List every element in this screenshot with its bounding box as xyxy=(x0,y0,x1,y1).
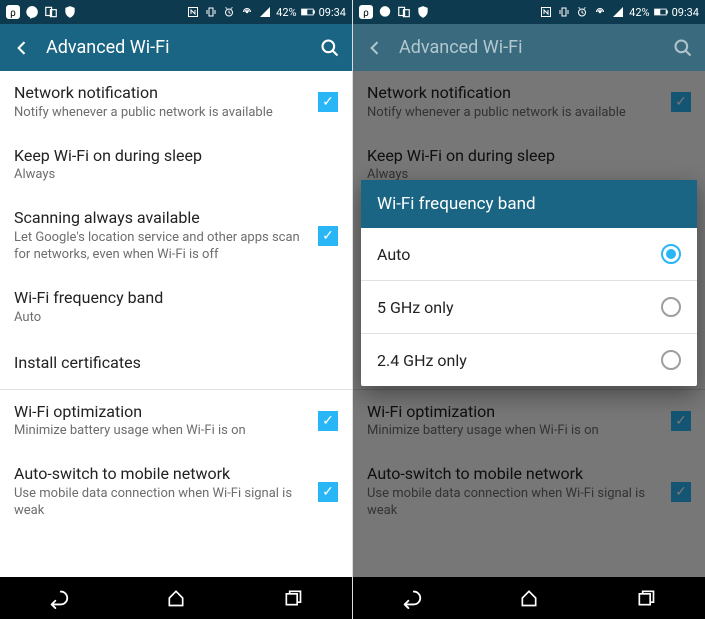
checkbox-checked[interactable]: ✓ xyxy=(318,226,338,246)
setting-subtitle: Let Google's location service and other … xyxy=(14,230,308,264)
settings-list[interactable]: Network notification Notify whenever a p… xyxy=(0,71,352,577)
nav-bar xyxy=(0,577,352,619)
frequency-band-item[interactable]: Wi-Fi frequency band Auto xyxy=(0,276,352,339)
alarm-icon xyxy=(222,5,236,19)
nfc-icon xyxy=(539,5,553,19)
app-icon: ρ xyxy=(359,5,373,19)
setting-title: Network notification xyxy=(14,83,308,104)
setting-subtitle: Notify whenever a public network is avai… xyxy=(14,105,308,122)
hotspot-icon xyxy=(240,5,254,19)
search-button[interactable] xyxy=(318,36,342,60)
dialog-option-5ghz[interactable]: 5 GHz only xyxy=(361,281,697,333)
nav-home-button[interactable] xyxy=(151,583,201,613)
wifi-optimization-item[interactable]: Wi-Fi optimization Minimize battery usag… xyxy=(0,390,352,453)
radio-unselected[interactable] xyxy=(661,350,681,370)
nav-recent-button[interactable] xyxy=(268,583,318,613)
messenger-icon xyxy=(378,5,392,19)
battery-icon xyxy=(654,5,668,19)
svg-text:ρ: ρ xyxy=(363,8,369,19)
clock: 09:34 xyxy=(319,6,346,19)
nav-home-button[interactable] xyxy=(504,583,554,613)
option-label: 5 GHz only xyxy=(377,298,661,317)
screen-title: Advanced Wi-Fi xyxy=(399,37,671,58)
option-label: 2.4 GHz only xyxy=(377,351,661,370)
clock: 09:34 xyxy=(672,6,699,19)
setting-title: Wi-Fi optimization xyxy=(14,402,308,423)
battery-icon xyxy=(301,5,315,19)
nav-recent-button[interactable] xyxy=(621,583,671,613)
svg-text:ρ: ρ xyxy=(10,8,16,19)
signal-icon xyxy=(611,5,625,19)
devices-icon xyxy=(397,5,411,19)
hotspot-icon xyxy=(593,5,607,19)
setting-subtitle: Minimize battery usage when Wi-Fi is on xyxy=(14,423,308,440)
install-certificates-item[interactable]: Install certificates xyxy=(0,339,352,389)
checkbox-checked[interactable]: ✓ xyxy=(318,482,338,502)
back-button[interactable] xyxy=(10,36,34,60)
app-icon: ρ xyxy=(6,5,20,19)
radio-selected[interactable] xyxy=(661,244,681,264)
scanning-item[interactable]: Scanning always available Let Google's l… xyxy=(0,196,352,276)
back-button[interactable] xyxy=(363,36,387,60)
dialog-option-24ghz[interactable]: 2.4 GHz only xyxy=(361,334,697,386)
frequency-band-dialog: Wi-Fi frequency band Auto 5 GHz only 2.4… xyxy=(361,180,697,386)
setting-title: Install certificates xyxy=(14,353,338,374)
messenger-icon xyxy=(25,5,39,19)
screen-right: ρ 42% 09:34 Advanced Wi-Fi Network notif… xyxy=(353,0,705,619)
setting-title: Auto-switch to mobile network xyxy=(14,464,308,485)
battery-percent: 42% xyxy=(629,6,649,19)
vibrate-icon xyxy=(557,5,571,19)
nav-back-button[interactable] xyxy=(387,583,437,613)
app-bar: Advanced Wi-Fi xyxy=(353,24,705,71)
setting-subtitle: Use mobile data connection when Wi-Fi si… xyxy=(14,486,308,520)
signal-icon xyxy=(258,5,272,19)
setting-subtitle: Always xyxy=(14,167,338,184)
nfc-icon xyxy=(186,5,200,19)
status-bar: ρ 42% 09:34 xyxy=(0,0,352,24)
nav-bar xyxy=(353,577,705,619)
setting-title: Wi-Fi frequency band xyxy=(14,288,338,309)
dialog-option-auto[interactable]: Auto xyxy=(361,228,697,280)
devices-icon xyxy=(44,5,58,19)
checkbox-checked[interactable]: ✓ xyxy=(318,92,338,112)
nav-back-button[interactable] xyxy=(34,583,84,613)
option-label: Auto xyxy=(377,245,661,264)
setting-title: Keep Wi-Fi on during sleep xyxy=(14,146,338,167)
keep-wifi-item[interactable]: Keep Wi-Fi on during sleep Always xyxy=(0,134,352,197)
auto-switch-item[interactable]: Auto-switch to mobile network Use mobile… xyxy=(0,452,352,532)
radio-unselected[interactable] xyxy=(661,297,681,317)
search-button[interactable] xyxy=(671,36,695,60)
checkbox-checked[interactable]: ✓ xyxy=(318,411,338,431)
setting-subtitle: Auto xyxy=(14,310,338,327)
battery-percent: 42% xyxy=(276,6,296,19)
shield-icon xyxy=(416,5,430,19)
dialog-title: Wi-Fi frequency band xyxy=(361,180,697,228)
status-bar: ρ 42% 09:34 xyxy=(353,0,705,24)
network-notification-item[interactable]: Network notification Notify whenever a p… xyxy=(0,71,352,134)
screen-title: Advanced Wi-Fi xyxy=(46,37,318,58)
shield-icon xyxy=(63,5,77,19)
alarm-icon xyxy=(575,5,589,19)
screen-left: ρ 42% 09:34 Advanced Wi-Fi Network notif… xyxy=(0,0,352,619)
vibrate-icon xyxy=(204,5,218,19)
setting-title: Scanning always available xyxy=(14,208,308,229)
app-bar: Advanced Wi-Fi xyxy=(0,24,352,71)
